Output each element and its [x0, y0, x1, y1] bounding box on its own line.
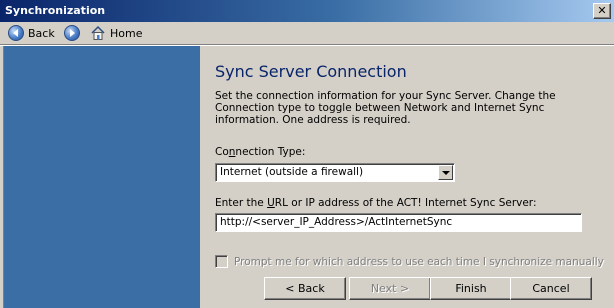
dropdown-arrow-icon[interactable] — [438, 165, 453, 180]
home-icon — [90, 25, 106, 41]
home-button[interactable]: Home — [90, 24, 142, 42]
prompt-checkbox-row: Prompt me for which address to use each … — [215, 255, 604, 268]
forward-arrow-icon — [64, 25, 80, 41]
back-nav-button[interactable]: Back — [8, 24, 55, 42]
page-title: Sync Server Connection — [215, 62, 407, 81]
close-icon: ✕ — [597, 4, 607, 17]
connection-type-dropdown[interactable]: Internet (outside a firewall) — [215, 163, 455, 182]
connection-type-label: Connection Type: — [215, 146, 306, 158]
page-description: Set the connection information for your … — [215, 90, 556, 126]
wizard-content: Sync Server Connection Set the connectio… — [200, 46, 614, 308]
cancel-button[interactable]: Cancel — [510, 277, 592, 300]
prompt-checkbox[interactable] — [215, 255, 228, 268]
back-arrow-icon — [8, 25, 24, 41]
connection-type-value: Internet (outside a firewall) — [220, 166, 364, 178]
url-input-value: http://<server_IP_Address>/ActInternetSy… — [220, 216, 453, 228]
finish-button[interactable]: Finish — [430, 277, 512, 300]
close-button[interactable]: ✕ — [593, 3, 611, 19]
url-input[interactable]: http://<server_IP_Address>/ActInternetSy… — [215, 213, 582, 232]
window-title: Synchronization — [5, 4, 106, 17]
next-button[interactable]: Next > — [349, 277, 431, 300]
toolbar: Back Home — [0, 22, 614, 44]
title-bar[interactable]: Synchronization ✕ — [0, 0, 614, 22]
prompt-checkbox-label: Prompt me for which address to use each … — [234, 255, 604, 268]
back-button[interactable]: < Back — [264, 277, 346, 300]
home-label: Home — [110, 26, 143, 40]
back-nav-label: Back — [28, 26, 55, 40]
url-label: Enter the URL or IP address of the ACT! … — [215, 197, 537, 209]
synchronization-window: Synchronization ✕ Back Home Sync Server … — [0, 0, 614, 308]
forward-nav-button[interactable] — [64, 24, 80, 42]
left-banner-pane — [3, 46, 201, 308]
